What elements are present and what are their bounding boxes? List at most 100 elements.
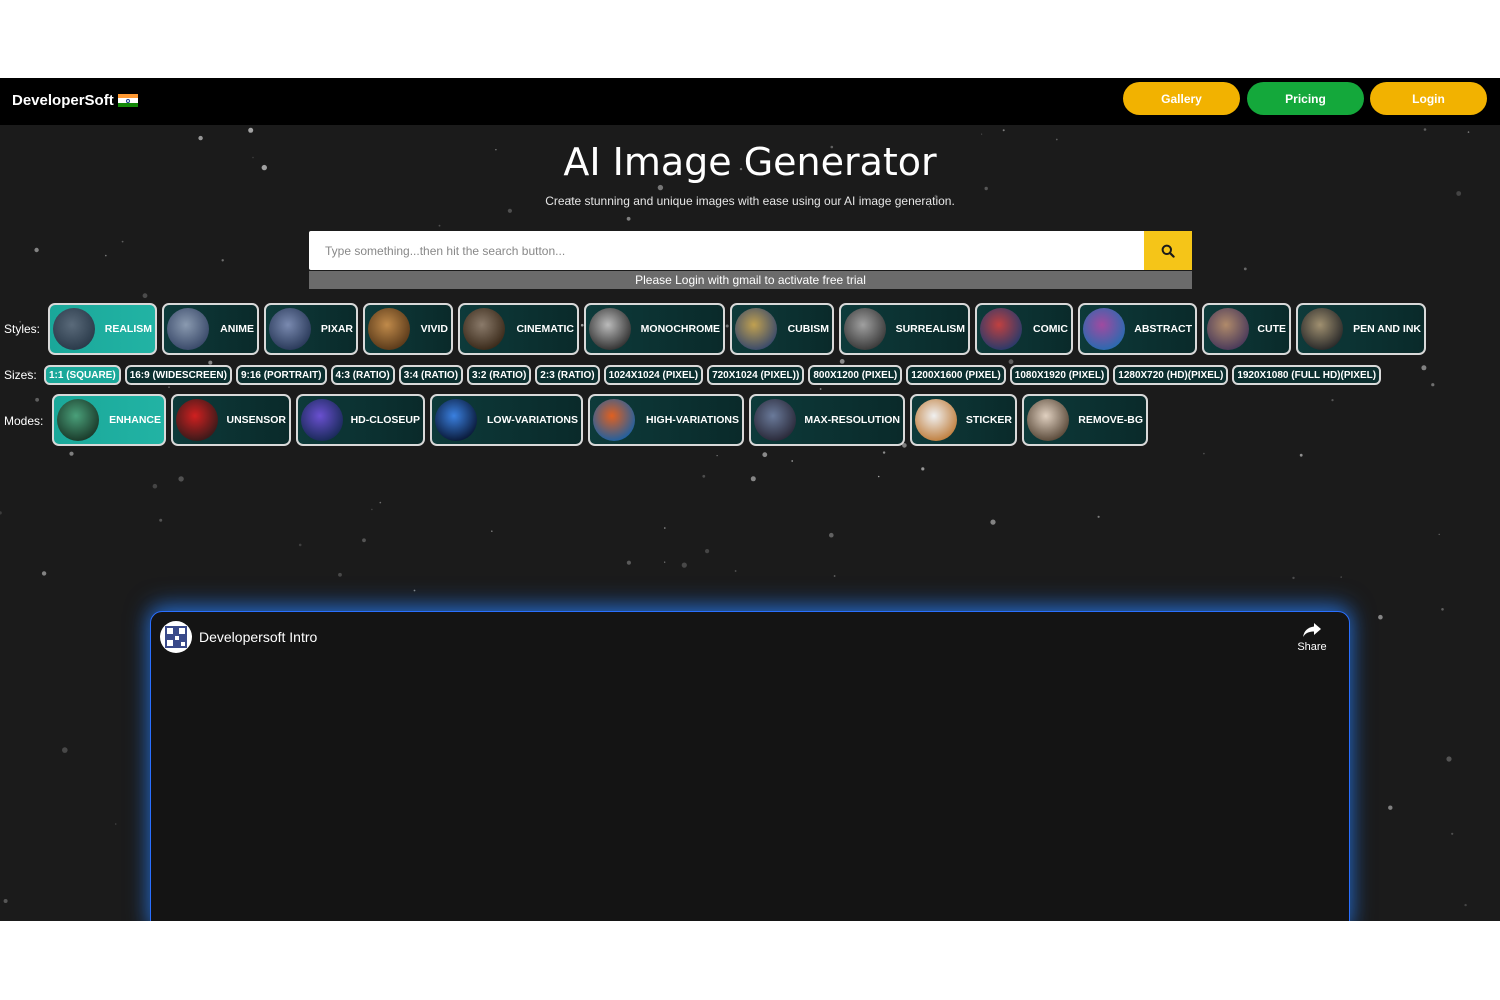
search-button[interactable] [1144, 231, 1192, 270]
star [41, 571, 47, 576]
styles-label: Styles: [4, 322, 41, 336]
video-title[interactable]: Developersoft Intro [199, 629, 317, 645]
mode-chip[interactable]: REMOVE-BG [1022, 394, 1148, 446]
style-thumbnail [589, 308, 631, 350]
style-thumbnail [1301, 308, 1343, 350]
star [1243, 267, 1247, 271]
style-chip[interactable]: ABSTRACT [1078, 303, 1197, 355]
mode-chip-label: UNSENSOR [226, 414, 286, 426]
style-chip-label: VIVID [420, 323, 448, 335]
star [1008, 359, 1014, 365]
star [791, 460, 794, 462]
star [178, 476, 184, 482]
size-chip[interactable]: 800X1200 (PIXEL) [808, 365, 903, 385]
search-icon [1161, 244, 1175, 258]
size-chip[interactable]: 2:3 (RATIO) [535, 365, 600, 385]
size-chip[interactable]: 16:9 (WIDESCREEN) [124, 365, 232, 385]
share-button[interactable]: Share [1295, 622, 1329, 653]
modes-row: ENHANCE UNSENSOR HD-CLOSEUP LOW-VARIATIONS H… [52, 394, 1148, 446]
mode-chip[interactable]: STICKER [910, 394, 1017, 446]
style-chip-label: ABSTRACT [1134, 323, 1192, 335]
page-subtitle: Create stunning and unique images with e… [545, 194, 955, 208]
mode-chip[interactable]: UNSENSOR [171, 394, 291, 446]
star [62, 747, 68, 753]
star [1299, 453, 1303, 457]
star [1002, 129, 1005, 132]
india-flag-icon [117, 94, 138, 107]
star [142, 293, 148, 299]
size-chip[interactable]: 1920X1080 (FULL HD)(PIXEL) [1232, 365, 1382, 385]
star [379, 501, 382, 504]
style-chip-label: CUTE [1257, 323, 1286, 335]
star [734, 570, 737, 572]
style-chip-label: REALISM [104, 323, 152, 335]
size-chip[interactable]: 1:1 (SQUARE) [44, 365, 121, 385]
star [657, 184, 664, 191]
star [833, 575, 836, 577]
size-chip[interactable]: 9:16 (PORTRAIT) [235, 365, 327, 385]
style-chip-label: PIXAR [320, 323, 353, 335]
star [762, 452, 768, 458]
star [1467, 131, 1470, 133]
mode-chip[interactable]: LOW-VARIATIONS [430, 394, 583, 446]
style-chip[interactable]: MONOCHROME [584, 303, 725, 355]
size-chip[interactable]: 1200X1600 (PIXEL) [906, 365, 1006, 385]
star [491, 530, 493, 532]
brand-logo[interactable]: DeveloperSoft [12, 92, 138, 109]
mode-chip[interactable]: HIGH-VARIATIONS [588, 394, 744, 446]
size-chip[interactable]: 1080X1920 (PIXEL) [1009, 365, 1110, 385]
mode-chip[interactable]: MAX-RESOLUTION [749, 394, 905, 446]
size-chip[interactable]: 4:3 (RATIO) [330, 365, 395, 385]
style-chip[interactable]: COMIC [975, 303, 1073, 355]
mode-chip-label: ENHANCE [109, 414, 161, 426]
star [34, 247, 39, 253]
style-thumbnail [980, 308, 1022, 350]
style-chip[interactable]: REALISM [48, 303, 157, 355]
size-chip[interactable]: 1024X1024 (PIXEL) [603, 365, 704, 385]
star [1446, 756, 1452, 762]
style-thumbnail [844, 308, 886, 350]
style-chip-label: ANIME [220, 323, 254, 335]
style-chip[interactable]: VIVID [363, 303, 453, 355]
mode-chip-label: MAX-RESOLUTION [804, 414, 900, 426]
pricing-button[interactable]: Pricing [1247, 82, 1364, 115]
star [1340, 576, 1342, 578]
star [3, 899, 8, 903]
mode-thumbnail [915, 399, 957, 441]
style-thumbnail [463, 308, 505, 350]
channel-avatar[interactable] [160, 621, 192, 653]
mode-chip-label: LOW-VARIATIONS [487, 414, 578, 426]
star [1292, 576, 1295, 580]
size-chip[interactable]: 3:4 (RATIO) [398, 365, 464, 385]
intro-video-player[interactable]: Developersoft Intro Share [150, 611, 1350, 921]
mode-chip[interactable]: HD-CLOSEUP [296, 394, 425, 446]
star [371, 508, 373, 511]
mode-chip[interactable]: ENHANCE [52, 394, 166, 446]
star [507, 208, 512, 213]
size-chip[interactable]: 3:2 (RATIO) [467, 365, 532, 385]
gallery-button[interactable]: Gallery [1123, 82, 1240, 115]
star [69, 451, 74, 456]
style-thumbnail [1207, 308, 1249, 350]
star [1423, 128, 1427, 131]
style-thumbnail [368, 308, 410, 350]
star [877, 475, 880, 478]
qr-avatar-icon [165, 626, 187, 648]
prompt-input[interactable] [309, 231, 1143, 270]
style-chip[interactable]: ANIME [162, 303, 259, 355]
star [221, 259, 224, 262]
style-chip[interactable]: SURREALISM [839, 303, 970, 355]
star [705, 549, 710, 554]
login-button[interactable]: Login [1370, 82, 1487, 115]
star [681, 562, 687, 568]
style-chip[interactable]: CUTE [1202, 303, 1291, 355]
style-chip[interactable]: CINEMATIC [458, 303, 579, 355]
style-thumbnail [1083, 308, 1125, 350]
style-chip[interactable]: PIXAR [264, 303, 358, 355]
style-chip[interactable]: PEN AND INK [1296, 303, 1426, 355]
star [168, 386, 170, 389]
star [981, 133, 983, 135]
size-chip[interactable]: 720X1024 (PIXEL)) [707, 365, 805, 385]
style-chip[interactable]: CUBISM [730, 303, 834, 355]
size-chip[interactable]: 1280X720 (HD)(PIXEL) [1113, 365, 1229, 385]
